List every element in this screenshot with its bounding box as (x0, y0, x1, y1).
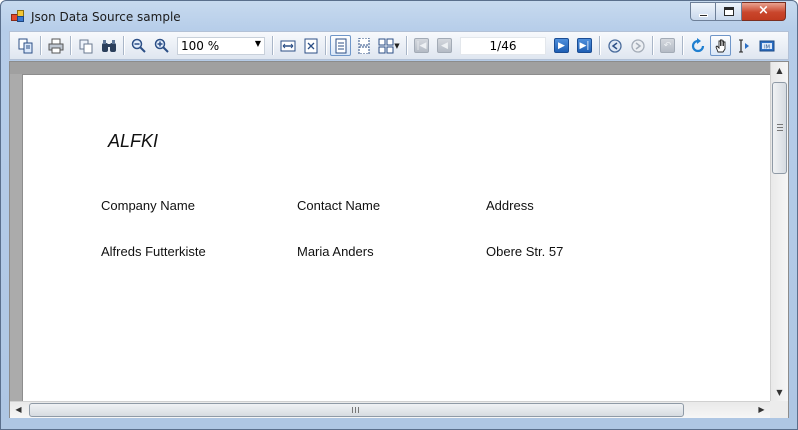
forward-button[interactable] (627, 35, 648, 56)
last-page-button[interactable]: ▶| (574, 35, 595, 56)
first-page-icon: |◀ (414, 38, 429, 53)
title-bar[interactable]: Json Data Source sample × (1, 1, 797, 31)
single-page-icon (335, 38, 346, 53)
refresh-button[interactable] (687, 35, 708, 56)
close-icon: × (758, 3, 769, 18)
undo-icon: ↶ (660, 38, 675, 53)
svg-text:IM: IM (764, 44, 770, 50)
back-icon (607, 38, 622, 53)
report-viewer-window: Json Data Source sample × 100 % ▼ ▼ |◀ ◀… (0, 0, 798, 430)
cell-address: Obere Str. 57 (486, 244, 564, 259)
window-controls: × (690, 2, 786, 22)
toolbar-separator (325, 36, 326, 55)
previous-page-icon: ◀ (437, 38, 452, 53)
fit-page-button[interactable] (300, 35, 321, 56)
find-button[interactable] (98, 35, 119, 56)
toolbar-separator (123, 36, 124, 55)
refresh-icon (691, 37, 704, 52)
duplicate-button[interactable] (75, 35, 96, 56)
print-icon (48, 38, 63, 53)
column-header-address: Address (486, 198, 534, 213)
toolbar-separator (652, 36, 653, 55)
zoom-out-button[interactable] (128, 35, 149, 56)
duplicate-icon (79, 39, 92, 53)
scroll-down-icon[interactable]: ▼ (771, 384, 788, 401)
multi-page-button[interactable]: ▼ (376, 35, 402, 56)
multi-page-icon (378, 38, 394, 53)
last-page-icon: ▶| (577, 38, 592, 53)
maximize-icon (724, 7, 734, 16)
previous-page-button[interactable]: ◀ (434, 35, 455, 56)
next-page-button[interactable]: ▶ (551, 35, 572, 56)
app-icon (11, 10, 25, 22)
fit-width-button[interactable] (277, 35, 298, 56)
report-page: ALFKI Company Name Contact Name Address … (22, 74, 770, 404)
viewer-toolbar: 100 % ▼ ▼ |◀ ◀ 1/46 ▶ ▶| ↶ IM (9, 31, 789, 60)
snapshot-button[interactable]: IM (756, 35, 777, 56)
toolbar-separator (40, 36, 41, 55)
scrollbar-corner (770, 401, 788, 418)
forward-icon (630, 38, 645, 53)
continuous-page-icon (358, 37, 369, 54)
minimize-icon (699, 14, 708, 17)
column-header-contact-name: Contact Name (297, 198, 381, 213)
close-button[interactable]: × (742, 2, 786, 21)
scroll-right-icon[interactable]: ▶ (753, 402, 770, 418)
text-select-icon (738, 39, 749, 52)
hand-tool-icon (714, 39, 725, 52)
minimize-button[interactable] (690, 2, 716, 21)
copy-document-icon (18, 38, 32, 53)
column-header-company-name: Company Name (101, 198, 195, 213)
print-button[interactable] (45, 35, 66, 56)
vertical-scrollbar[interactable]: ▲ ▼ (770, 62, 788, 401)
next-page-icon: ▶ (554, 38, 569, 53)
page-number-field[interactable]: 1/46 (460, 36, 546, 55)
viewer-backdrop (10, 62, 770, 74)
snapshot-icon: IM (759, 40, 774, 51)
chevron-down-icon: ▼ (394, 41, 400, 50)
single-page-button[interactable] (330, 35, 351, 56)
vertical-scroll-thumb[interactable] (772, 82, 787, 174)
toolbar-separator (272, 36, 273, 55)
copy-document-button[interactable] (15, 35, 36, 56)
report-viewer: ALFKI Company Name Contact Name Address … (9, 61, 789, 418)
cell-contact-name: Maria Anders (297, 244, 374, 259)
zoom-out-icon (131, 38, 146, 53)
zoom-in-icon (154, 38, 169, 53)
toolbar-separator (599, 36, 600, 55)
zoom-value: 100 % (181, 38, 220, 53)
toolbar-separator (70, 36, 71, 55)
chevron-down-icon: ▼ (254, 38, 261, 48)
scroll-left-icon[interactable]: ◀ (10, 402, 27, 418)
toolbar-separator (406, 36, 407, 55)
cell-company-name: Alfreds Futterkiste (101, 244, 206, 259)
fit-width-icon (280, 40, 295, 51)
toolbar-separator (682, 36, 683, 55)
zoom-in-button[interactable] (151, 35, 172, 56)
hand-tool-button[interactable] (710, 35, 731, 56)
continuous-page-button[interactable] (353, 35, 374, 56)
horizontal-scroll-thumb[interactable] (29, 403, 684, 417)
first-page-button[interactable]: |◀ (411, 35, 432, 56)
scroll-up-icon[interactable]: ▲ (771, 62, 788, 79)
undo-button[interactable]: ↶ (657, 35, 678, 56)
fit-page-icon (304, 38, 317, 53)
window-title: Json Data Source sample (31, 10, 181, 24)
horizontal-scrollbar[interactable]: ◀ ▶ (10, 401, 788, 418)
maximize-button[interactable] (716, 2, 742, 21)
group-title: ALFKI (108, 131, 159, 151)
back-button[interactable] (604, 35, 625, 56)
zoom-select[interactable]: 100 % ▼ (177, 36, 265, 55)
find-icon (101, 39, 116, 52)
text-select-button[interactable] (733, 35, 754, 56)
